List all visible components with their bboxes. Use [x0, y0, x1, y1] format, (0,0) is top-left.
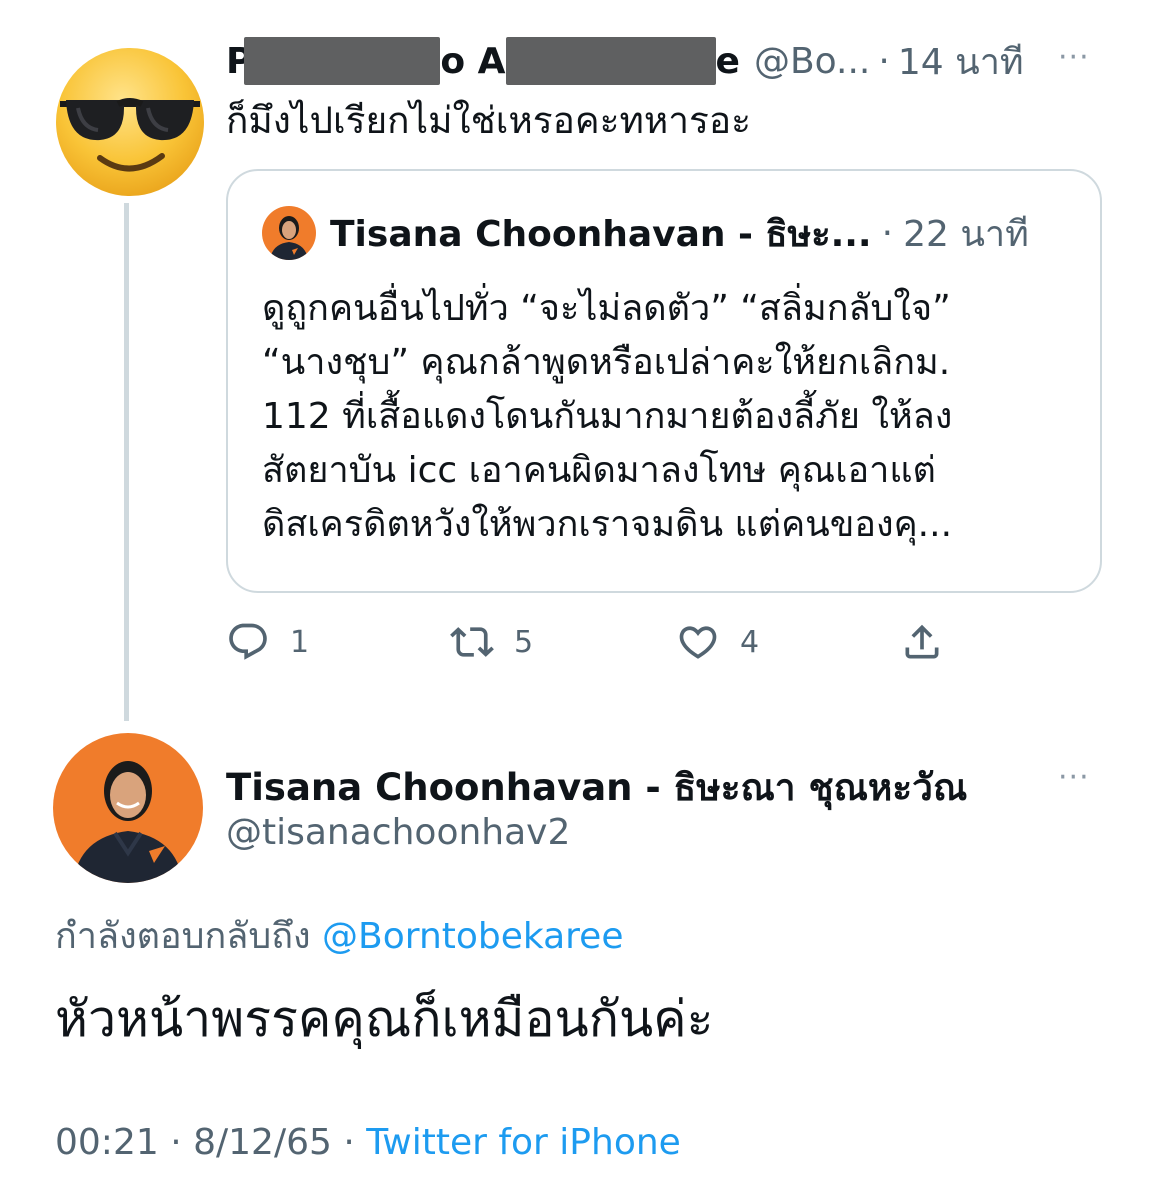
main-author-name[interactable]: Tisana Choonhavan - ธิษะณา ชุณหะวัณ [226, 758, 967, 817]
retweet-icon [450, 627, 494, 657]
parent-avatar[interactable] [52, 42, 208, 198]
parent-timestamp[interactable]: 14 นาที [898, 33, 1024, 90]
sunglasses-emoji-icon [56, 48, 204, 196]
parent-more-icon[interactable]: ··· [1058, 40, 1090, 75]
tweet-date[interactable]: 8/12/65 [193, 1122, 332, 1163]
quoted-tweet-header: Tisana Choonhavan - ธิษะ... · 22 นาที [262, 206, 1029, 260]
separator-dot: · [343, 1122, 355, 1163]
quoted-text-line: “นางชุบ” คุณกล้าพูดหรือเปล่าคะให้ยกเลิกม… [262, 342, 951, 383]
replying-to: กำลังตอบกลับถึง @Borntobekaree [55, 907, 623, 964]
redaction-block [505, 37, 716, 85]
quoted-text-line: สัตยาบัน icc เอาคนผิดมาลงโทษ คุณเอาแต่ [262, 450, 936, 491]
share-button[interactable] [900, 620, 944, 664]
quoted-text-line: ดิสเครดิตหวังให้พวกเราจมดิน แต่คนของคุ..… [262, 504, 953, 545]
separator-dot: · [170, 1122, 182, 1163]
name-fragment: e [715, 40, 740, 82]
separator-dot: · [878, 40, 890, 82]
reply-icon [229, 623, 267, 660]
quoted-author-name: Tisana Choonhavan - ธิษะ... [330, 213, 872, 255]
main-more-icon[interactable]: ··· [1058, 760, 1090, 795]
main-tweet-text: หัวหน้าพรรคคุณก็เหมือนกันค่ะ [55, 990, 714, 1048]
retweet-button[interactable]: 5 [450, 620, 533, 664]
parent-tweet-header: P o A e @Bo... · 14 นาที [226, 36, 1024, 86]
replying-mention-link[interactable]: @Borntobekaree [322, 916, 623, 957]
reply-button[interactable]: 1 [226, 620, 309, 664]
parent-tweet-text: ก็มึงไปเรียกไม่ใช่เหรอคะทหารอะ [226, 99, 752, 142]
name-fragment: o A [440, 40, 506, 82]
quoted-timestamp: 22 นาที [903, 213, 1029, 255]
quoted-author-avatar [262, 206, 316, 260]
quoted-text-line: 112 ที่เสื้อแดงโดนกันมากมายต้องลี้ภัย ให… [262, 396, 953, 437]
main-author-handle[interactable]: @tisanachoonhav2 [226, 812, 570, 853]
thread-connector-line [124, 203, 129, 721]
parent-author-handle[interactable]: @Bo... [754, 41, 870, 82]
quoted-tweet-text: ดูถูกคนอื่นไปทั่ว “จะไม่ลดตัว” “สลิ่มกลั… [262, 282, 1072, 552]
main-author-avatar[interactable] [53, 733, 203, 883]
redaction-block [244, 37, 441, 85]
retweet-count: 5 [514, 624, 534, 660]
tweet-metadata: 00:21 · 8/12/65 · Twitter for iPhone [55, 1122, 681, 1163]
tweet-source-link[interactable]: Twitter for iPhone [366, 1122, 681, 1163]
reply-count: 1 [290, 624, 310, 660]
separator-dot: · [881, 212, 894, 254]
like-button[interactable]: 4 [676, 620, 759, 664]
replying-label: กำลังตอบกลับถึง [55, 916, 311, 957]
parent-author-name[interactable]: P o A e [226, 37, 740, 85]
share-icon [905, 624, 939, 659]
like-icon [679, 626, 717, 659]
quoted-text-line: ดูถูกคนอื่นไปทั่ว “จะไม่ลดตัว” “สลิ่มกลั… [262, 288, 951, 329]
tweet-time[interactable]: 00:21 [55, 1122, 159, 1163]
like-count: 4 [740, 624, 760, 660]
